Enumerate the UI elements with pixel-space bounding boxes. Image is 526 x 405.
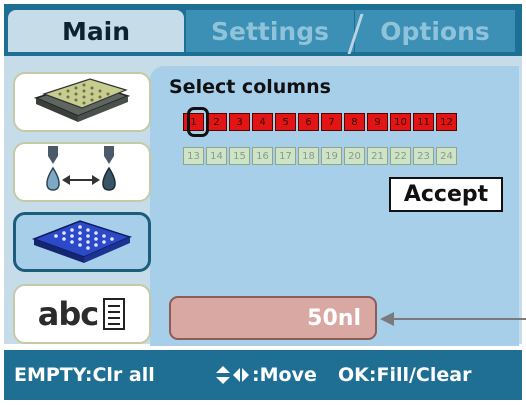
column-cell-18[interactable]: 18 [298, 147, 319, 165]
sidebar-item-dispense[interactable] [13, 142, 151, 202]
sidebar-item-plates[interactable] [13, 72, 151, 132]
column-cell-16[interactable]: 16 [252, 147, 273, 165]
column-cell-3[interactable]: 3 [229, 113, 250, 131]
column-cell-20[interactable]: 20 [344, 147, 365, 165]
sidebar-item-plate-96[interactable] [13, 212, 151, 272]
footer-move-label: :Move [252, 364, 317, 386]
footer-ok-hint: OK:Fill/Clear [338, 364, 472, 386]
tab-settings-label: Settings [210, 16, 329, 46]
column-cell-4[interactable]: 4 [252, 113, 273, 131]
column-cell-23[interactable]: 23 [413, 147, 434, 165]
column-cell-11[interactable]: 11 [413, 113, 434, 131]
column-selector-row-1: 1 2 3 4 5 6 7 8 9 10 11 12 [183, 113, 457, 131]
column-cell-19[interactable]: 19 [321, 147, 342, 165]
column-cell-10[interactable]: 10 [390, 113, 411, 131]
column-cell-2[interactable]: 2 [206, 113, 227, 131]
device-screen: Main Settings Options abc Select columns… [0, 0, 526, 405]
column-cell-24[interactable]: 24 [436, 147, 457, 165]
abc-label-icon: abc [38, 295, 126, 333]
footer-empty-hint: EMPTY:Clr all [14, 364, 155, 386]
tab-options[interactable]: Options [355, 10, 515, 52]
sidebar-item-label[interactable]: abc [13, 284, 151, 344]
tab-main-label: Main [61, 16, 131, 46]
callout-arrow-icon [380, 312, 526, 326]
column-cell-14[interactable]: 14 [206, 147, 227, 165]
leftright-arrows-icon [233, 366, 249, 384]
tab-settings[interactable]: Settings [186, 10, 354, 52]
column-selector-row-2: 13 14 15 16 17 18 19 20 21 22 23 24 [183, 147, 457, 165]
updown-arrows-icon [216, 366, 230, 384]
plates-icon [30, 76, 134, 128]
column-cell-1[interactable]: 1 [183, 113, 204, 131]
column-cell-13[interactable]: 13 [183, 147, 204, 165]
column-cell-9[interactable]: 9 [367, 113, 388, 131]
column-cell-6[interactable]: 6 [298, 113, 319, 131]
tab-main[interactable]: Main [8, 10, 184, 52]
plate-96-icon [28, 215, 136, 269]
page-title: Select columns [169, 76, 331, 98]
footer-help-bar: EMPTY:Clr all :Move OK:Fill/Clear [4, 350, 522, 400]
column-cell-15[interactable]: 15 [229, 147, 250, 165]
abc-label-text: abc [37, 295, 99, 333]
column-cell-7[interactable]: 7 [321, 113, 342, 131]
column-cell-17[interactable]: 17 [275, 147, 296, 165]
column-cell-8[interactable]: 8 [344, 113, 365, 131]
dispense-icon [30, 144, 134, 200]
column-cell-21[interactable]: 21 [367, 147, 388, 165]
accept-button[interactable]: Accept [389, 177, 503, 212]
column-cell-5[interactable]: 5 [275, 113, 296, 131]
column-cell-22[interactable]: 22 [390, 147, 411, 165]
column-cell-12[interactable]: 12 [436, 113, 457, 131]
volume-field[interactable]: 50nl [169, 296, 377, 340]
footer-move-hint: :Move [216, 364, 317, 386]
tab-options-label: Options [380, 16, 490, 46]
